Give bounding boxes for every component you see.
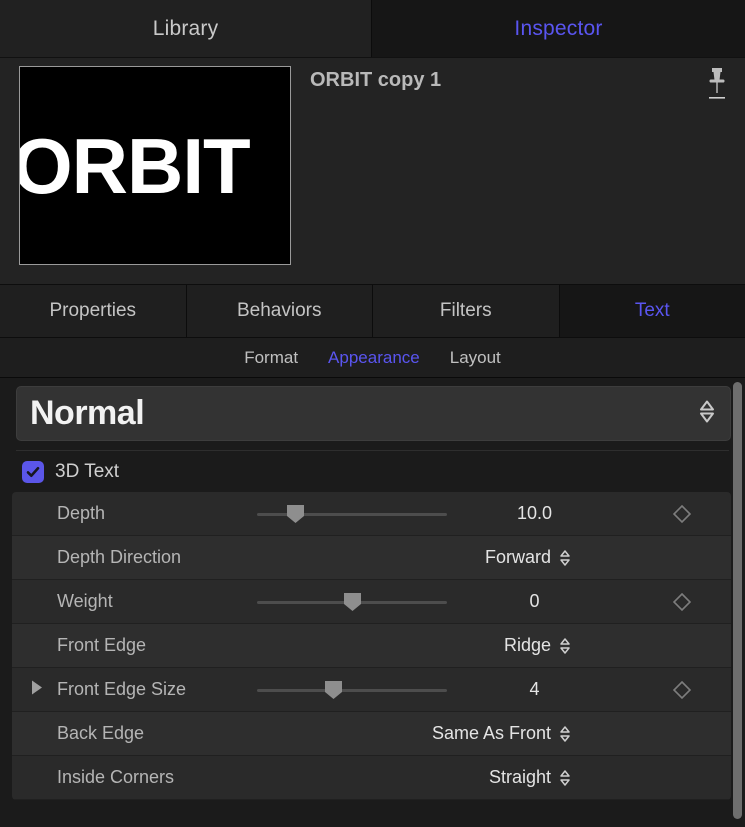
row-depth-slider[interactable]	[257, 503, 447, 525]
row-depth[interactable]: Depth 10.0	[12, 492, 731, 536]
row-front-edge[interactable]: Front Edge Ridge	[12, 624, 731, 668]
row-front-edge-size-slider[interactable]	[257, 679, 447, 701]
row-back-edge-value: Same As Front	[431, 723, 551, 743]
text-style-select[interactable]: Normal	[16, 386, 731, 441]
row-weight-value[interactable]: 0	[452, 591, 617, 612]
row-front-edge-size-label: Front Edge Size	[57, 679, 187, 699]
row-depth-direction-value: Forward	[484, 547, 551, 567]
tab-behaviors-label: Behaviors	[237, 300, 322, 321]
subtab-layout[interactable]: Layout	[450, 348, 501, 368]
tab-inspector[interactable]: Inspector	[372, 0, 745, 57]
tab-text[interactable]: Text	[559, 285, 745, 337]
keyframe-diamond-icon[interactable]	[672, 680, 692, 700]
chevron-updown-icon	[560, 637, 570, 654]
keyframe-diamond-icon[interactable]	[672, 592, 692, 612]
slider-track	[257, 688, 447, 692]
subtab-appearance[interactable]: Appearance	[328, 348, 420, 368]
tab-properties[interactable]: Properties	[0, 285, 187, 337]
tab-library-label: Library	[152, 16, 219, 40]
row-front-edge-value: Ridge	[503, 635, 551, 655]
row-depth-direction-label: Depth Direction	[57, 547, 182, 567]
tab-properties-label: Properties	[49, 300, 137, 321]
row-back-edge-popup[interactable]: Same As Front	[432, 723, 571, 744]
pin-icon[interactable]	[703, 66, 731, 104]
disclosure-triangle-icon[interactable]	[30, 679, 44, 700]
chevron-updown-icon	[560, 769, 570, 786]
row-back-edge-label: Back Edge	[57, 723, 145, 743]
row-depth-label: Depth	[57, 503, 106, 523]
slider-knob[interactable]	[286, 504, 305, 524]
object-thumbnail[interactable]: ORBIT	[19, 66, 291, 265]
inspector-header: ORBIT ORBIT copy 1	[0, 57, 745, 284]
row-inside-corners[interactable]: Inside Corners Straight	[12, 756, 731, 800]
page-title: ORBIT copy 1	[310, 69, 442, 91]
row-weight[interactable]: Weight 0	[12, 580, 731, 624]
row-front-edge-size-value[interactable]: 4	[452, 679, 617, 700]
sub-tab-bar: Format Appearance Layout	[0, 337, 745, 378]
tab-library[interactable]: Library	[0, 0, 372, 57]
three-d-text-label: 3D Text	[55, 460, 120, 482]
tab-inspector-label: Inspector	[514, 16, 603, 40]
main-tab-bar: Properties Behaviors Filters Text	[0, 284, 745, 337]
appearance-panel: Normal 3D Text Depth 10.0 Depth Directio…	[0, 378, 745, 823]
three-d-text-row[interactable]: 3D Text	[0, 451, 745, 492]
parameter-list: Depth 10.0 Depth Direction Forward Weigh…	[12, 492, 731, 800]
keyframe-diamond-icon[interactable]	[672, 504, 692, 524]
tab-behaviors[interactable]: Behaviors	[186, 285, 373, 337]
tab-text-label: Text	[634, 300, 670, 321]
row-front-edge-size[interactable]: Front Edge Size 4	[12, 668, 731, 712]
tab-filters-label: Filters	[439, 300, 492, 321]
tab-filters[interactable]: Filters	[373, 285, 560, 337]
row-weight-label: Weight	[57, 591, 113, 611]
chevron-updown-icon	[560, 549, 570, 566]
subtab-format[interactable]: Format	[244, 348, 298, 368]
slider-knob[interactable]	[343, 592, 362, 612]
slider-knob[interactable]	[324, 680, 343, 700]
row-front-edge-label: Front Edge	[57, 635, 147, 655]
text-style-value: Normal	[30, 394, 145, 432]
row-depth-value[interactable]: 10.0	[452, 503, 617, 524]
vertical-scrollbar[interactable]	[733, 382, 742, 819]
row-inside-corners-value: Straight	[488, 767, 551, 787]
chevron-updown-icon	[560, 725, 570, 742]
row-back-edge[interactable]: Back Edge Same As Front	[12, 712, 731, 756]
stepper-updown-icon[interactable]	[698, 398, 716, 429]
thumbnail-text: ORBIT	[19, 121, 251, 210]
top-tab-bar: Library Inspector	[0, 0, 745, 57]
row-inside-corners-popup[interactable]: Straight	[489, 767, 571, 788]
row-depth-direction[interactable]: Depth Direction Forward	[12, 536, 731, 580]
row-depth-direction-popup[interactable]: Forward	[485, 547, 571, 568]
row-inside-corners-label: Inside Corners	[57, 767, 175, 787]
row-front-edge-popup[interactable]: Ridge	[504, 635, 571, 656]
three-d-text-checkbox[interactable]	[22, 460, 44, 483]
row-weight-slider[interactable]	[257, 591, 447, 613]
scrollbar-thumb[interactable]	[733, 382, 742, 819]
